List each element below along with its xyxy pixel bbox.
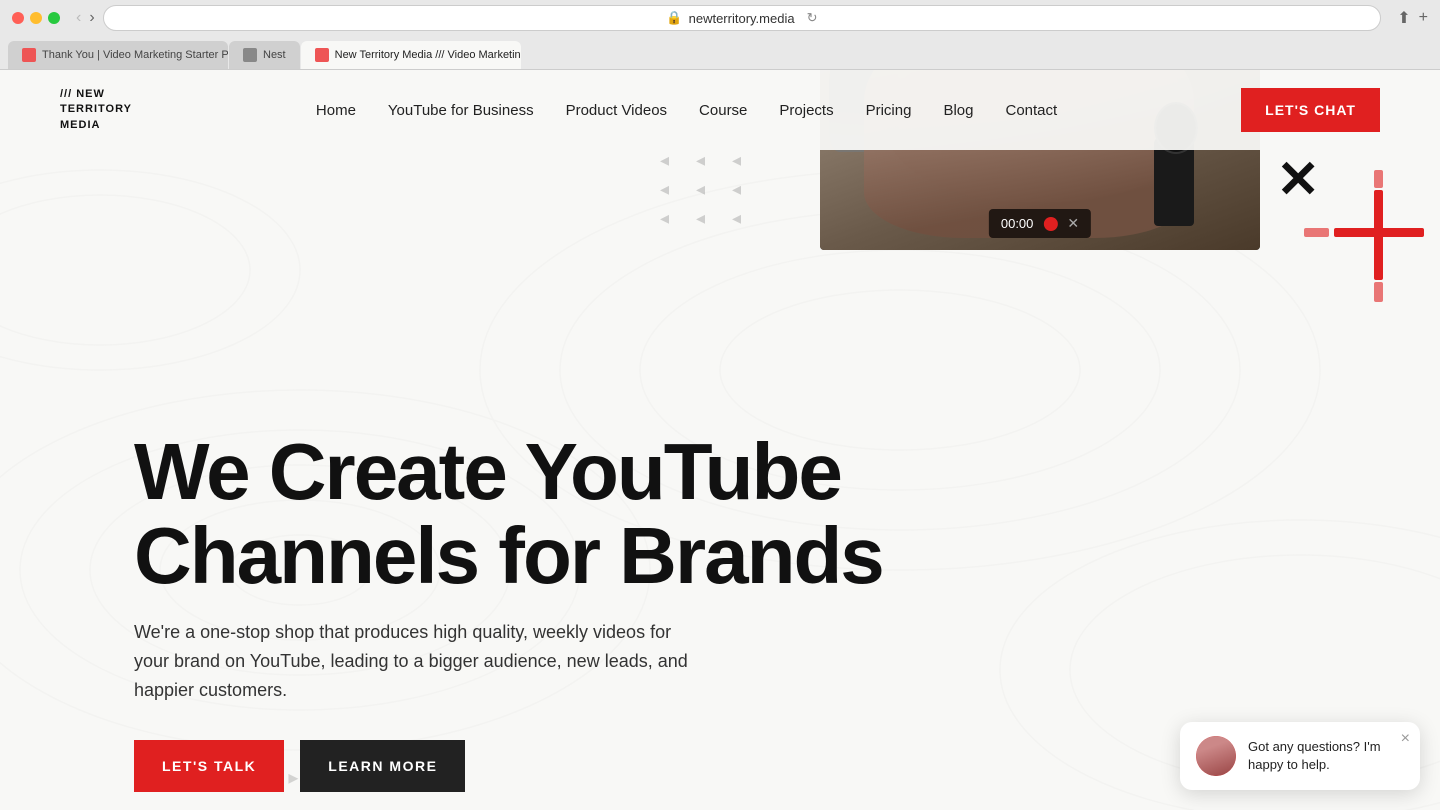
logo-line2: TERRITORY	[60, 102, 132, 117]
tab-1[interactable]: Thank You | Video Marketing Starter Pack	[8, 41, 228, 69]
lock-icon: 🔒	[666, 10, 682, 26]
tab-3[interactable]: New Territory Media /// Video Marketing …	[301, 41, 521, 69]
tab-label-1: Thank You | Video Marketing Starter Pack	[42, 49, 228, 61]
back-button[interactable]: ‹	[76, 9, 81, 27]
nav-youtube-for-business[interactable]: YouTube for Business	[388, 102, 534, 119]
headline-line2: Channels for Brands	[134, 511, 883, 600]
chat-avatar	[1196, 736, 1236, 776]
chat-widget[interactable]: Got any questions? I'm happy to help. ×	[1180, 722, 1420, 790]
traffic-lights	[12, 12, 60, 24]
logo-line1: /// NEW	[60, 87, 132, 102]
logo[interactable]: /// NEW TERRITORY MEDIA	[60, 87, 132, 133]
nav-pricing[interactable]: Pricing	[866, 102, 912, 119]
tab-favicon-2	[243, 48, 257, 62]
nav-product-videos[interactable]: Product Videos	[566, 102, 667, 119]
browser-tabs: Thank You | Video Marketing Starter Pack…	[0, 36, 1440, 69]
navbar: /// NEW TERRITORY MEDIA Home YouTube for…	[0, 70, 1440, 150]
forward-button[interactable]: ›	[89, 9, 94, 27]
page: /// NEW TERRITORY MEDIA Home YouTube for…	[0, 70, 1440, 810]
tab-favicon-1	[22, 48, 36, 62]
maximize-window-button[interactable]	[48, 12, 60, 24]
add-tab-button[interactable]: +	[1419, 8, 1428, 28]
chat-message: Got any questions? I'm happy to help.	[1248, 738, 1404, 774]
tab-label-2: Nest	[263, 49, 286, 61]
subheadline: We're a one-stop shop that produces high…	[134, 618, 694, 704]
headline: We Create YouTube Channels for Brands	[134, 430, 934, 598]
browser-chrome: ‹ › 🔒 newterritory.media ↻ ⬆ + Thank You…	[0, 0, 1440, 70]
nav-projects[interactable]: Projects	[779, 102, 833, 119]
headline-section: We Create YouTube Channels for Brands We…	[134, 430, 934, 792]
close-window-button[interactable]	[12, 12, 24, 24]
video-time: 00:00	[1001, 216, 1034, 231]
nav-links: Home YouTube for Business Product Videos…	[316, 102, 1057, 119]
video-close-button[interactable]: ✕	[1067, 215, 1079, 232]
browser-navigation: ‹ ›	[76, 9, 95, 27]
nav-contact[interactable]: Contact	[1005, 102, 1057, 119]
chat-avatar-image	[1196, 736, 1236, 776]
share-button[interactable]: ⬆	[1397, 8, 1410, 28]
learn-more-button[interactable]: LEARN MORE	[300, 740, 465, 792]
video-record-indicator	[1043, 217, 1057, 231]
tab-label-3: New Territory Media /// Video Marketing …	[335, 49, 521, 61]
nav-home[interactable]: Home	[316, 102, 356, 119]
minimize-window-button[interactable]	[30, 12, 42, 24]
logo-line3: MEDIA	[60, 118, 132, 133]
chat-close-button[interactable]: ×	[1401, 730, 1410, 748]
tab-favicon-3	[315, 48, 329, 62]
nav-course[interactable]: Course	[699, 102, 747, 119]
address-bar[interactable]: 🔒 newterritory.media ↻	[103, 5, 1382, 31]
nav-blog[interactable]: Blog	[943, 102, 973, 119]
tab-2[interactable]: Nest	[229, 41, 300, 69]
lets-chat-button[interactable]: LET'S CHAT	[1241, 88, 1380, 132]
video-controls[interactable]: 00:00 ✕	[989, 209, 1091, 238]
reload-icon: ↻	[807, 10, 818, 26]
cta-buttons: LET'S TALK LEARN MORE	[134, 740, 934, 792]
lets-talk-button[interactable]: LET'S TALK	[134, 740, 284, 792]
url-text: newterritory.media	[689, 11, 795, 26]
headline-line1: We Create YouTube	[134, 427, 841, 516]
